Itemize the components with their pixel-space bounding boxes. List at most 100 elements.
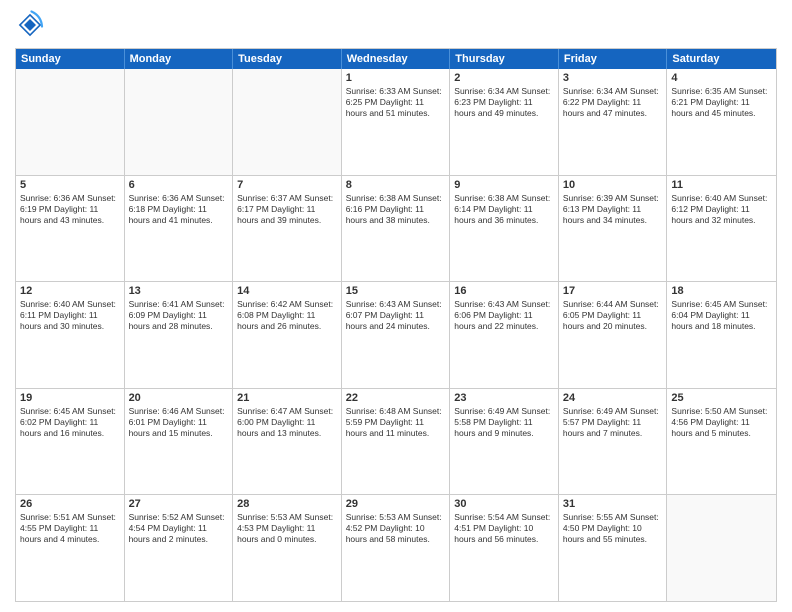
cell-info: Sunrise: 6:43 AM Sunset: 6:06 PM Dayligh… [454,299,554,332]
day-number: 23 [454,392,554,404]
cell-info: Sunrise: 5:52 AM Sunset: 4:54 PM Dayligh… [129,512,229,545]
logo [15,10,49,40]
day-number: 27 [129,498,229,510]
cell-info: Sunrise: 5:53 AM Sunset: 4:52 PM Dayligh… [346,512,446,545]
cell-info: Sunrise: 6:48 AM Sunset: 5:59 PM Dayligh… [346,406,446,439]
day-cell-29: 29Sunrise: 5:53 AM Sunset: 4:52 PM Dayli… [342,495,451,601]
day-cell-18: 18 Sunrise: 6:45 AM Sunset: 6:04 PM Dayli… [667,282,776,388]
day-cell-16: 16Sunrise: 6:43 AM Sunset: 6:06 PM Dayli… [450,282,559,388]
day-number: 1 [346,72,446,84]
cell-info: Sunrise: 5:50 AM Sunset: 4:56 PM Dayligh… [671,406,772,439]
day-number: 4 [671,72,772,84]
header-day-friday: Friday [559,49,668,69]
day-cell-14: 14 Sunrise: 6:42 AM Sunset: 6:08 PM Dayli… [233,282,342,388]
header-day-tuesday: Tuesday [233,49,342,69]
cell-info: Sunrise: 6:40 AM Sunset: 6:12 PM Dayligh… [671,193,772,226]
day-number: 2 [454,72,554,84]
day-number: 17 [563,285,663,297]
empty-cell [233,69,342,175]
day-cell-1: 1 Sunrise: 6:33 AM Sunset: 6:25 PM Daylig… [342,69,451,175]
cell-info: Sunrise: 6:33 AM Sunset: 6:25 PM Dayligh… [346,86,446,119]
day-cell-9: 9 Sunrise: 6:38 AM Sunset: 6:14 PM Daylig… [450,176,559,282]
cell-info: Sunrise: 6:49 AM Sunset: 5:57 PM Dayligh… [563,406,663,439]
cell-info: Sunrise: 6:40 AM Sunset: 6:11 PM Dayligh… [20,299,120,332]
day-number: 30 [454,498,554,510]
header [15,10,777,40]
day-cell-30: 30 Sunrise: 5:54 AM Sunset: 4:51 PM Dayli… [450,495,559,601]
day-cell-8: 8 Sunrise: 6:38 AM Sunset: 6:16 PM Daylig… [342,176,451,282]
day-number: 10 [563,179,663,191]
day-number: 5 [20,179,120,191]
day-number: 6 [129,179,229,191]
cell-info: Sunrise: 6:45 AM Sunset: 6:02 PM Dayligh… [20,406,120,439]
cell-info: Sunrise: 5:54 AM Sunset: 4:51 PM Dayligh… [454,512,554,545]
day-number: 22 [346,392,446,404]
header-day-sunday: Sunday [16,49,125,69]
day-number: 14 [237,285,337,297]
cell-info: Sunrise: 6:36 AM Sunset: 6:19 PM Dayligh… [20,193,120,226]
day-number: 12 [20,285,120,297]
empty-cell [667,495,776,601]
cell-info: Sunrise: 6:38 AM Sunset: 6:16 PM Dayligh… [346,193,446,226]
day-number: 8 [346,179,446,191]
calendar-row-2: 12 Sunrise: 6:40 AM Sunset: 6:11 PM Dayli… [16,281,776,388]
day-cell-21: 21Sunrise: 6:47 AM Sunset: 6:00 PM Dayli… [233,389,342,495]
day-cell-28: 28 Sunrise: 5:53 AM Sunset: 4:53 PM Dayli… [233,495,342,601]
day-cell-5: 5 Sunrise: 6:36 AM Sunset: 6:19 PM Daylig… [16,176,125,282]
empty-cell [16,69,125,175]
calendar-body: 1 Sunrise: 6:33 AM Sunset: 6:25 PM Daylig… [16,69,776,601]
day-cell-25: 25 Sunrise: 5:50 AM Sunset: 4:56 PM Dayli… [667,389,776,495]
header-day-thursday: Thursday [450,49,559,69]
day-cell-19: 19 Sunrise: 6:45 AM Sunset: 6:02 PM Dayli… [16,389,125,495]
day-cell-13: 13 Sunrise: 6:41 AM Sunset: 6:09 PM Dayli… [125,282,234,388]
calendar-row-1: 5 Sunrise: 6:36 AM Sunset: 6:19 PM Daylig… [16,175,776,282]
calendar-row-0: 1 Sunrise: 6:33 AM Sunset: 6:25 PM Daylig… [16,69,776,175]
day-cell-15: 15Sunrise: 6:43 AM Sunset: 6:07 PM Dayli… [342,282,451,388]
cell-info: Sunrise: 6:45 AM Sunset: 6:04 PM Dayligh… [671,299,772,332]
cell-info: Sunrise: 6:34 AM Sunset: 6:23 PM Dayligh… [454,86,554,119]
cell-info: Sunrise: 6:39 AM Sunset: 6:13 PM Dayligh… [563,193,663,226]
day-number: 18 [671,285,772,297]
day-cell-26: 26 Sunrise: 5:51 AM Sunset: 4:55 PM Dayli… [16,495,125,601]
day-cell-10: 10 Sunrise: 6:39 AM Sunset: 6:13 PM Dayli… [559,176,668,282]
day-number: 26 [20,498,120,510]
cell-info: Sunrise: 6:49 AM Sunset: 5:58 PM Dayligh… [454,406,554,439]
day-cell-20: 20Sunrise: 6:46 AM Sunset: 6:01 PM Dayli… [125,389,234,495]
day-cell-3: 3 Sunrise: 6:34 AM Sunset: 6:22 PM Daylig… [559,69,668,175]
calendar: SundayMondayTuesdayWednesdayThursdayFrid… [15,48,777,602]
day-cell-7: 7Sunrise: 6:37 AM Sunset: 6:17 PM Daylig… [233,176,342,282]
day-number: 13 [129,285,229,297]
day-number: 9 [454,179,554,191]
day-number: 24 [563,392,663,404]
cell-info: Sunrise: 6:36 AM Sunset: 6:18 PM Dayligh… [129,193,229,226]
day-cell-2: 2 Sunrise: 6:34 AM Sunset: 6:23 PM Daylig… [450,69,559,175]
cell-info: Sunrise: 6:41 AM Sunset: 6:09 PM Dayligh… [129,299,229,332]
cell-info: Sunrise: 5:51 AM Sunset: 4:55 PM Dayligh… [20,512,120,545]
day-cell-4: 4 Sunrise: 6:35 AM Sunset: 6:21 PM Daylig… [667,69,776,175]
cell-info: Sunrise: 6:35 AM Sunset: 6:21 PM Dayligh… [671,86,772,119]
cell-info: Sunrise: 5:55 AM Sunset: 4:50 PM Dayligh… [563,512,663,545]
day-number: 25 [671,392,772,404]
day-cell-27: 27 Sunrise: 5:52 AM Sunset: 4:54 PM Dayli… [125,495,234,601]
calendar-row-4: 26 Sunrise: 5:51 AM Sunset: 4:55 PM Dayli… [16,494,776,601]
day-cell-23: 23 Sunrise: 6:49 AM Sunset: 5:58 PM Dayli… [450,389,559,495]
day-number: 3 [563,72,663,84]
cell-info: Sunrise: 6:42 AM Sunset: 6:08 PM Dayligh… [237,299,337,332]
day-number: 19 [20,392,120,404]
day-number: 28 [237,498,337,510]
day-number: 21 [237,392,337,404]
cell-info: Sunrise: 5:53 AM Sunset: 4:53 PM Dayligh… [237,512,337,545]
day-cell-12: 12 Sunrise: 6:40 AM Sunset: 6:11 PM Dayli… [16,282,125,388]
calendar-header: SundayMondayTuesdayWednesdayThursdayFrid… [16,49,776,69]
header-day-saturday: Saturday [667,49,776,69]
day-number: 11 [671,179,772,191]
logo-icon [15,10,45,40]
day-cell-24: 24 Sunrise: 6:49 AM Sunset: 5:57 PM Dayli… [559,389,668,495]
header-day-monday: Monday [125,49,234,69]
cell-info: Sunrise: 6:34 AM Sunset: 6:22 PM Dayligh… [563,86,663,119]
day-cell-17: 17 Sunrise: 6:44 AM Sunset: 6:05 PM Dayli… [559,282,668,388]
cell-info: Sunrise: 6:38 AM Sunset: 6:14 PM Dayligh… [454,193,554,226]
empty-cell [125,69,234,175]
cell-info: Sunrise: 6:44 AM Sunset: 6:05 PM Dayligh… [563,299,663,332]
day-number: 20 [129,392,229,404]
